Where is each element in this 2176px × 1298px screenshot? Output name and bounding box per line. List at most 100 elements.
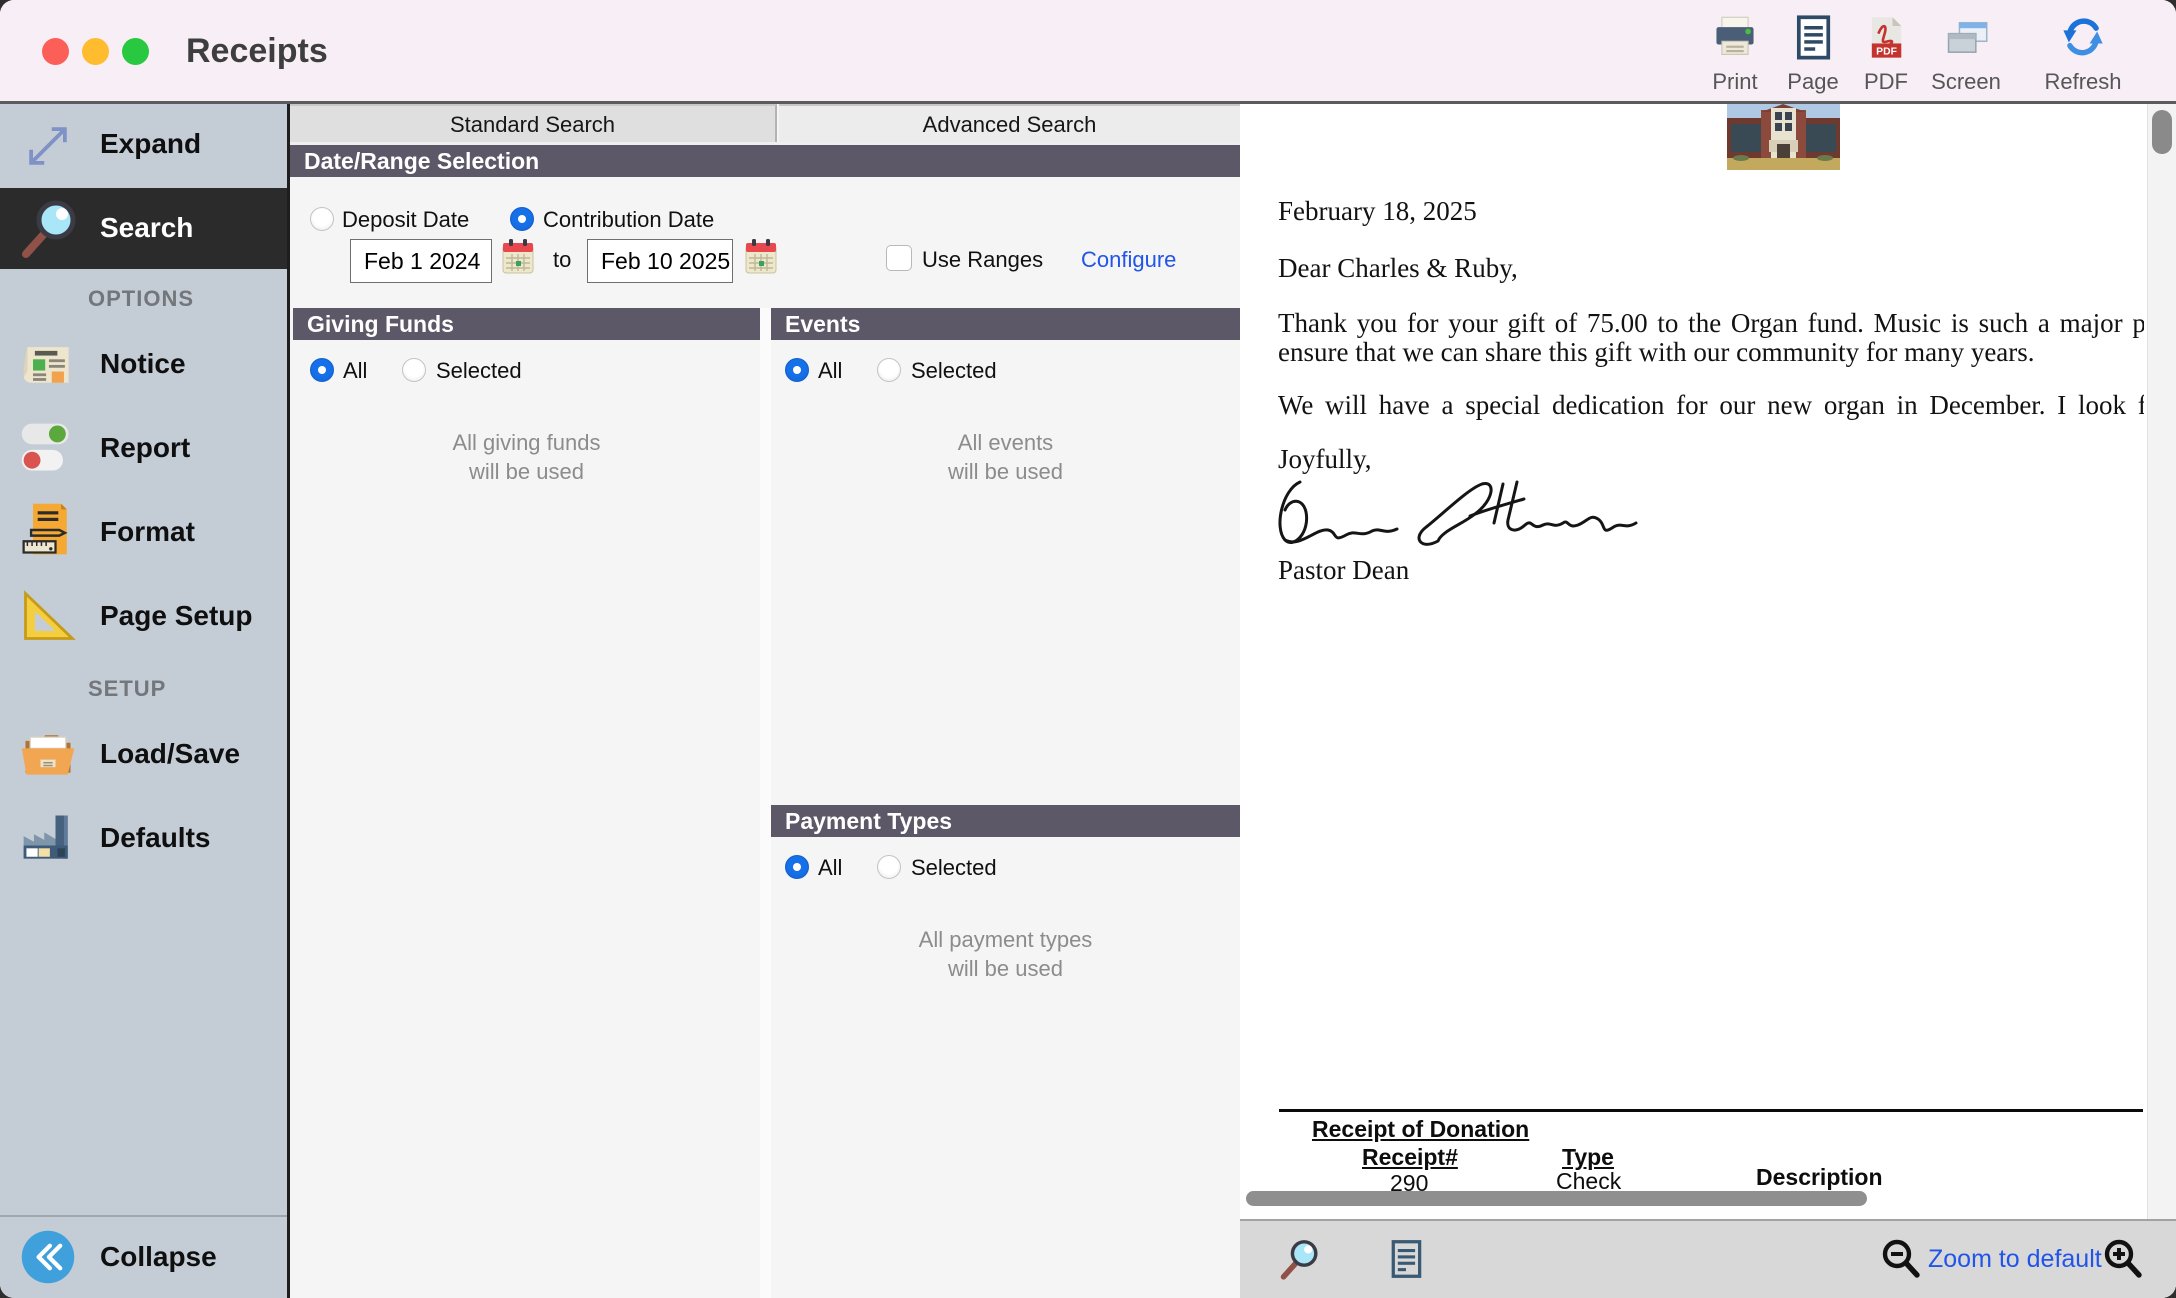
printer-icon bbox=[1711, 14, 1759, 62]
church-photo bbox=[1727, 104, 1840, 175]
sidebar-item-search[interactable]: Search bbox=[0, 188, 287, 269]
refresh-label: Refresh bbox=[2031, 69, 2135, 95]
zoom-window-button[interactable] bbox=[122, 38, 149, 65]
column-gap bbox=[760, 308, 771, 1298]
tab-advanced-search[interactable]: Advanced Search bbox=[779, 104, 1240, 142]
tab-standard-search-label: Standard Search bbox=[450, 112, 615, 137]
preview-magnifier-icon[interactable] bbox=[1278, 1235, 1322, 1288]
deposit-date-label: Deposit Date bbox=[342, 207, 469, 233]
window-title: Receipts bbox=[186, 32, 328, 71]
giving-funds-panel: All Selected All giving funds will be us… bbox=[293, 340, 760, 1298]
date-to-label: to bbox=[553, 247, 571, 273]
expand-label: Expand bbox=[100, 128, 201, 160]
giving-funds-selected-radio[interactable] bbox=[402, 358, 426, 382]
letter-para1-line2: ensure that we can share this gift with … bbox=[1278, 337, 2144, 368]
letter-signer: Pastor Dean bbox=[1278, 555, 2144, 586]
events-panel: All Selected All events will be used bbox=[771, 340, 1240, 805]
events-selected-radio[interactable] bbox=[877, 358, 901, 382]
giving-funds-note-line1: All giving funds bbox=[453, 430, 601, 455]
payment-types-selected-radio[interactable] bbox=[877, 855, 901, 879]
events-all-radio[interactable] bbox=[785, 358, 809, 382]
date-range-header-label: Date/Range Selection bbox=[304, 148, 539, 174]
receipt-table-title: Receipt of Donation bbox=[1312, 1116, 1529, 1143]
payment-types-note-line2: will be used bbox=[948, 956, 1063, 981]
payment-types-note-line1: All payment types bbox=[919, 927, 1093, 952]
zoom-to-default-link[interactable]: Zoom to default bbox=[1928, 1245, 2102, 1274]
date-range-section-header: Date/Range Selection bbox=[290, 145, 1240, 177]
letter-para1-line1: Thank you for your gift of 75.00 to the … bbox=[1278, 308, 2144, 339]
screen-button[interactable]: Screen bbox=[1914, 14, 2018, 95]
search-label: Search bbox=[100, 212, 193, 244]
sidebar-section-options: OPTIONS bbox=[88, 286, 194, 312]
page-setup-label: Page Setup bbox=[100, 600, 252, 632]
format-label: Format bbox=[100, 516, 195, 548]
format-document-icon bbox=[18, 500, 78, 565]
payment-types-note: All payment types will be used bbox=[771, 925, 1240, 983]
minimize-window-button[interactable] bbox=[82, 38, 109, 65]
horizontal-scrollbar-thumb[interactable] bbox=[1246, 1191, 1867, 1206]
events-header: Events bbox=[771, 308, 1240, 340]
deposit-date-radio[interactable] bbox=[310, 207, 334, 231]
zoom-out-icon[interactable] bbox=[1880, 1237, 1922, 1286]
giving-funds-all-radio[interactable] bbox=[310, 358, 334, 382]
to-date-calendar-icon[interactable] bbox=[743, 237, 779, 282]
signature-image bbox=[1270, 470, 1680, 563]
from-date-input[interactable]: Feb 1 2024 bbox=[350, 239, 492, 283]
factory-icon bbox=[18, 808, 78, 873]
search-panel: Standard Search Advanced Search Date/Ran… bbox=[287, 104, 1240, 1298]
close-window-button[interactable] bbox=[42, 38, 69, 65]
tab-advanced-search-label: Advanced Search bbox=[923, 112, 1097, 137]
from-date-calendar-icon[interactable] bbox=[500, 237, 536, 282]
contribution-date-label: Contribution Date bbox=[543, 207, 714, 233]
giving-funds-selected-label: Selected bbox=[436, 358, 522, 384]
zoom-in-icon[interactable] bbox=[2102, 1237, 2144, 1286]
refresh-button[interactable]: Refresh bbox=[2031, 14, 2135, 95]
type-column-header: Type bbox=[1562, 1144, 1614, 1171]
sidebar-item-defaults[interactable]: Defaults bbox=[0, 800, 287, 880]
refresh-icon bbox=[2059, 14, 2107, 62]
letter-preview-pane: February 18, 2025 Dear Charles & Ruby, T… bbox=[1240, 104, 2176, 1298]
giving-funds-header-label: Giving Funds bbox=[307, 311, 454, 337]
receipt-divider-rule bbox=[1279, 1109, 2143, 1112]
sidebar-item-collapse[interactable]: Collapse bbox=[0, 1217, 287, 1298]
giving-funds-note-line2: will be used bbox=[469, 459, 584, 484]
sidebar-item-notice[interactable]: Notice bbox=[0, 326, 287, 406]
vertical-scrollbar-thumb[interactable] bbox=[2152, 110, 2172, 154]
newspaper-icon bbox=[18, 334, 78, 399]
folder-icon bbox=[18, 724, 78, 789]
sidebar-section-setup: SETUP bbox=[88, 676, 166, 702]
sidebar-item-expand[interactable]: Expand bbox=[0, 104, 287, 188]
use-ranges-checkbox[interactable] bbox=[886, 245, 912, 271]
collapse-icon bbox=[18, 1227, 78, 1292]
app-window: Receipts Print bbox=[0, 0, 2176, 1298]
description-column-header: Description bbox=[1756, 1164, 1883, 1191]
screen-icon bbox=[1942, 14, 1990, 62]
preview-document-icon[interactable] bbox=[1386, 1238, 1426, 1285]
expand-icon bbox=[18, 116, 78, 181]
defaults-label: Defaults bbox=[100, 822, 210, 854]
svg-text:PDF: PDF bbox=[1876, 46, 1897, 57]
events-note: All events will be used bbox=[771, 428, 1240, 486]
payment-types-all-radio[interactable] bbox=[785, 855, 809, 879]
sidebar-item-format[interactable]: Format bbox=[0, 494, 287, 574]
sidebar-item-report[interactable]: Report bbox=[0, 410, 287, 490]
payment-types-header-label: Payment Types bbox=[785, 808, 952, 834]
sidebar-item-page-setup[interactable]: Page Setup bbox=[0, 578, 287, 658]
events-note-line1: All events bbox=[958, 430, 1053, 455]
collapse-label: Collapse bbox=[100, 1241, 217, 1273]
events-all-label: All bbox=[818, 358, 842, 384]
to-date-input[interactable]: Feb 10 2025 bbox=[587, 239, 733, 283]
configure-link[interactable]: Configure bbox=[1081, 247, 1176, 273]
titlebar: Receipts Print bbox=[0, 0, 2176, 104]
sidebar-item-load-save[interactable]: Load/Save bbox=[0, 716, 287, 796]
tab-standard-search[interactable]: Standard Search bbox=[290, 104, 777, 142]
sidebar: Expand Search OPTIONS bbox=[0, 104, 287, 1298]
vertical-scrollbar[interactable] bbox=[2147, 104, 2176, 1219]
triangle-ruler-icon bbox=[18, 586, 78, 651]
letter-salutation: Dear Charles & Ruby, bbox=[1278, 253, 2144, 284]
events-selected-label: Selected bbox=[911, 358, 997, 384]
magnifier-icon bbox=[18, 196, 82, 265]
contribution-date-radio[interactable] bbox=[510, 207, 534, 231]
payment-types-header: Payment Types bbox=[771, 805, 1240, 837]
receipt-number-column-header: Receipt# bbox=[1362, 1144, 1458, 1171]
